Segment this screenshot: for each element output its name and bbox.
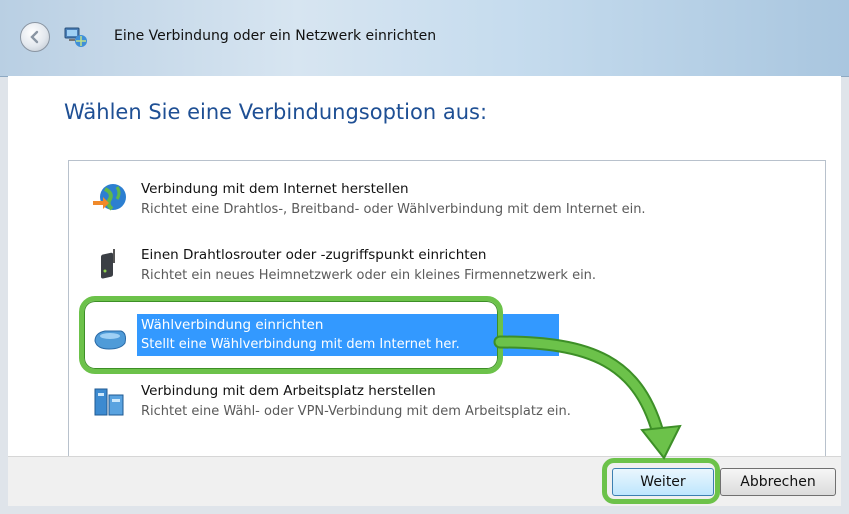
back-arrow-icon	[30, 30, 39, 44]
cancel-button[interactable]: Abbrechen	[720, 468, 836, 496]
network-setup-icon	[64, 27, 87, 47]
option-wireless-router[interactable]: Einen Drahtlosrouter oder -zugriffspunkt…	[69, 247, 769, 297]
option-workplace[interactable]: Verbindung mit dem Arbeitsplatz herstell…	[69, 383, 769, 433]
annotation-highlight-option	[79, 296, 503, 374]
option-title: Verbindung mit dem Arbeitsplatz herstell…	[141, 383, 436, 399]
workplace-vpn-icon	[94, 388, 124, 416]
option-description: Richtet eine Drahtlos-, Breitband- oder …	[141, 202, 646, 217]
globe-connect-icon	[93, 184, 126, 211]
page-heading: Wählen Sie eine Verbindungsoption aus:	[64, 100, 488, 124]
option-title: Einen Drahtlosrouter oder -zugriffspunkt…	[141, 247, 487, 263]
option-internet[interactable]: Verbindung mit dem Internet herstellen R…	[69, 181, 769, 231]
option-description: Richtet ein neues Heimnetzwerk oder ein …	[141, 268, 597, 283]
option-description: Richtet eine Wähl- oder VPN-Verbindung m…	[141, 404, 571, 419]
back-button[interactable]	[20, 22, 50, 52]
window-title: Eine Verbindung oder ein Netzwerk einric…	[114, 28, 437, 44]
option-title: Verbindung mit dem Internet herstellen	[141, 181, 409, 197]
wireless-router-icon	[101, 249, 115, 279]
annotation-highlight-button	[602, 458, 720, 504]
